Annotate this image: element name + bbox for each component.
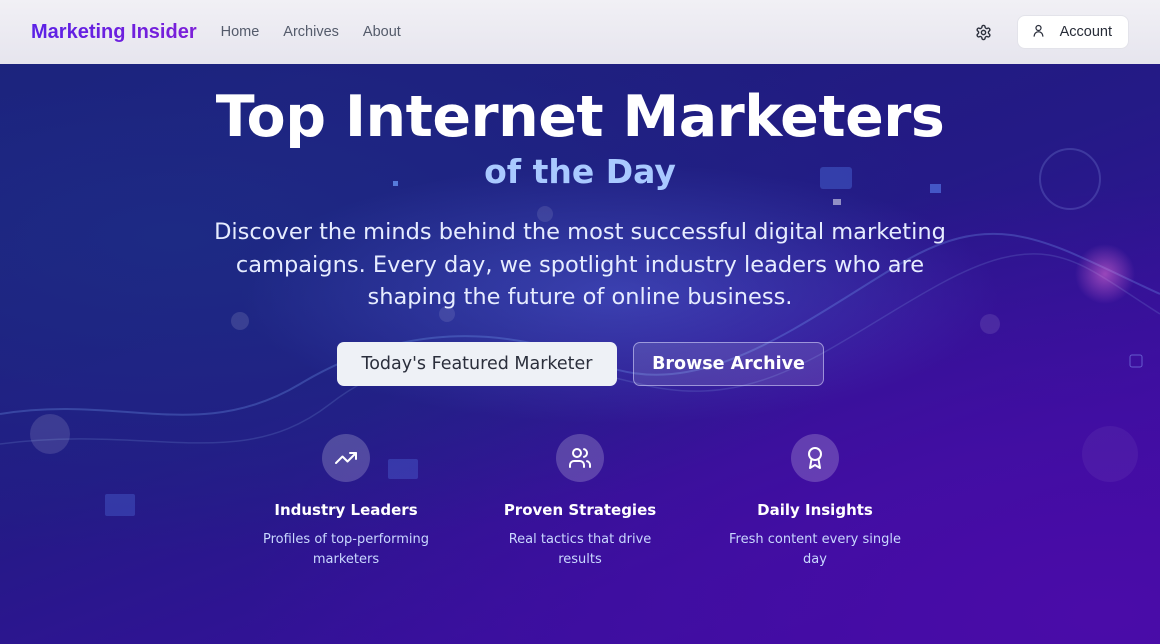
nav-link-home[interactable]: Home xyxy=(221,24,260,40)
feature-description: Profiles of top-performing marketers xyxy=(263,532,429,567)
header-actions: Account xyxy=(975,15,1129,49)
hero-title: Top Internet Marketers xyxy=(215,84,945,150)
feature-proven-strategies: Proven Strategies Real tactics that driv… xyxy=(460,434,700,570)
featured-marketer-button[interactable]: Today's Featured Marketer xyxy=(337,342,617,386)
settings-gear-icon[interactable] xyxy=(975,23,993,41)
user-icon xyxy=(1031,23,1046,42)
feature-description: Fresh content every single day xyxy=(729,532,901,567)
hero-content: Top Internet Marketers of the Day Discov… xyxy=(0,64,1160,644)
feature-title: Industry Leaders xyxy=(274,501,418,519)
nav-link-archives[interactable]: Archives xyxy=(283,24,339,40)
hero-description: Discover the minds behind the most succe… xyxy=(214,219,946,310)
main-nav: Home Archives About xyxy=(221,24,401,40)
feature-title: Proven Strategies xyxy=(503,501,657,519)
hero-subtitle: of the Day xyxy=(484,152,676,191)
feature-daily-insights: Daily Insights Fresh content every singl… xyxy=(695,434,935,570)
feature-industry-leaders: Industry Leaders Profiles of top-perform… xyxy=(226,434,466,570)
top-navbar: Marketing Insider Home Archives About Ac… xyxy=(0,0,1160,64)
browse-archive-button[interactable]: Browse Archive xyxy=(633,342,824,386)
brand-logo[interactable]: Marketing Insider xyxy=(31,21,197,44)
nav-link-about[interactable]: About xyxy=(363,24,401,40)
feature-title: Daily Insights xyxy=(757,501,873,519)
trending-up-icon xyxy=(322,434,370,482)
users-icon xyxy=(556,434,604,482)
account-button[interactable]: Account xyxy=(1016,15,1129,49)
account-label: Account xyxy=(1059,24,1112,40)
award-icon xyxy=(791,434,839,482)
feature-description: Real tactics that drive results xyxy=(508,532,652,567)
hero-section: Top Internet Marketers of the Day Discov… xyxy=(0,64,1160,644)
